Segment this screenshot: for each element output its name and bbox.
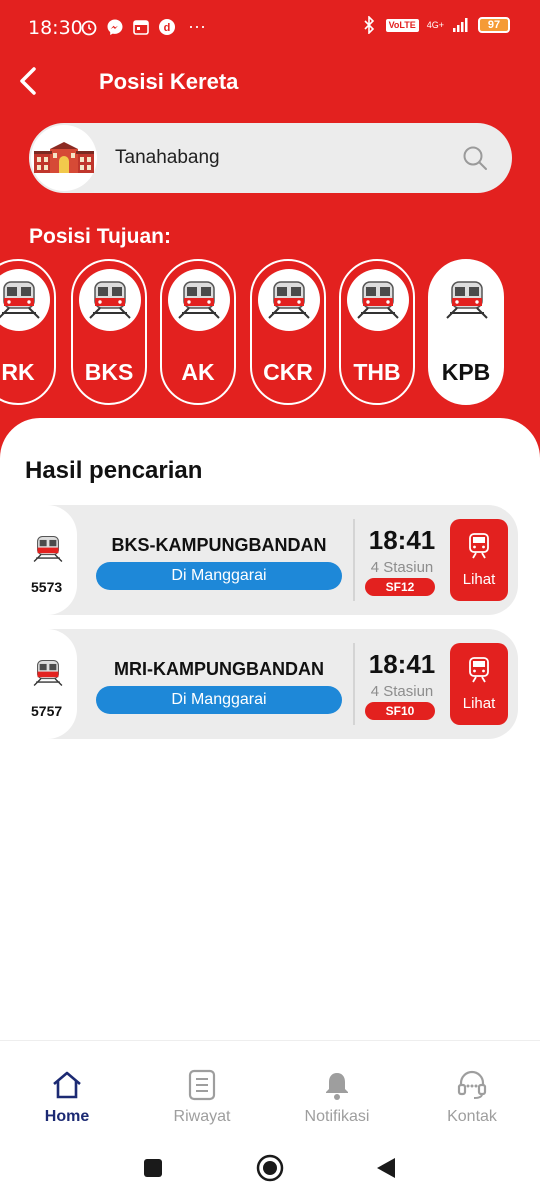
status-notification-icons: d ···: [80, 16, 206, 37]
location-badge: Di Manggarai: [96, 686, 342, 714]
train-icon: [33, 535, 63, 563]
train-route: MRI-KAMPUNGBANDAN: [114, 659, 324, 679]
train-number: 5573: [31, 579, 63, 595]
destination-code: KPB: [441, 359, 491, 385]
home-circle-icon[interactable]: [256, 1154, 284, 1182]
arrival-time: 18:41: [368, 649, 436, 679]
platform-badge: SF12: [365, 578, 435, 596]
train-icon: [436, 269, 498, 331]
destination-code: THB: [353, 359, 401, 385]
train-number-panel: 5573: [22, 505, 77, 615]
destination-code: CKR: [263, 359, 313, 385]
destination-list: RK BKS AK CKR THB KPB: [0, 259, 540, 405]
nav-label: Home: [44, 1108, 90, 1125]
search-station-value: Tanahabang: [115, 147, 220, 168]
nav-label: Riwayat: [173, 1108, 231, 1125]
train-icon: [258, 269, 320, 331]
status-time: 18:30: [28, 17, 83, 39]
result-card: 5757 MRI-KAMPUNGBANDAN Di Manggarai 18:4…: [22, 629, 518, 739]
arrival-time: 18:41: [368, 525, 436, 555]
recent-apps-icon[interactable]: [143, 1158, 163, 1178]
destination-code: RK: [1, 359, 35, 385]
destination-item-bks[interactable]: BKS: [71, 259, 147, 405]
station-search[interactable]: Tanahabang: [29, 123, 512, 193]
page-title: Posisi Kereta: [99, 69, 239, 94]
more-notifications-icon: ···: [188, 16, 206, 36]
card-divider: [353, 519, 355, 601]
result-card: 5573 BKS-KAMPUNGBANDAN Di Manggarai 18:4…: [22, 505, 518, 615]
search-icon[interactable]: [462, 145, 488, 171]
headset-icon: [457, 1070, 487, 1099]
signal-icon: [452, 16, 470, 34]
home-icon: [53, 1071, 81, 1099]
status-bar: 18:30 d ··· VoLTE 4G+ 97: [0, 0, 540, 56]
view-button-label: Lihat: [462, 695, 496, 712]
train-icon: [347, 269, 409, 331]
view-button[interactable]: Lihat: [450, 643, 508, 725]
location-badge: Di Manggarai: [96, 562, 342, 590]
destination-item-ak[interactable]: AK: [160, 259, 236, 405]
train-icon: [0, 269, 50, 331]
destination-code: BKS: [84, 359, 134, 385]
stations-remaining: 4 Stasiun: [370, 683, 434, 700]
train-number: 5757: [31, 703, 63, 719]
bottom-navigation: Home Riwayat Notifikasi Kontak: [0, 1040, 540, 1136]
system-navigation-bar: [0, 1136, 540, 1200]
view-button[interactable]: Lihat: [450, 519, 508, 601]
status-system-icons: VoLTE 4G+ 97: [360, 16, 510, 34]
nav-label: Kontak: [447, 1108, 497, 1125]
station-building-icon: [31, 125, 97, 191]
view-button-label: Lihat: [462, 571, 496, 588]
destination-code: AK: [181, 359, 215, 385]
bell-icon: [326, 1073, 348, 1100]
train-icon: [79, 269, 141, 331]
train-icon: [33, 659, 63, 687]
destination-item-rk[interactable]: RK: [0, 259, 56, 405]
messenger-icon: [106, 18, 124, 36]
svg-text:d: d: [164, 22, 171, 34]
destination-item-kpb[interactable]: KPB: [428, 259, 504, 405]
train-number-panel: 5757: [22, 629, 77, 739]
nav-contact[interactable]: Kontak: [422, 1041, 522, 1137]
calendar-icon: [132, 18, 150, 36]
train-route: BKS-KAMPUNGBANDAN: [111, 535, 327, 555]
nav-notifications[interactable]: Notifikasi: [287, 1041, 387, 1137]
nav-label: Notifikasi: [304, 1108, 370, 1125]
bluetooth-icon: [360, 16, 378, 34]
stations-remaining: 4 Stasiun: [370, 559, 434, 576]
card-divider: [353, 643, 355, 725]
train-icon: [469, 533, 489, 559]
platform-badge: SF10: [365, 702, 435, 720]
train-icon: [469, 657, 489, 683]
back-button[interactable]: [18, 64, 48, 98]
nav-history[interactable]: Riwayat: [152, 1041, 252, 1137]
destination-item-thb[interactable]: THB: [339, 259, 415, 405]
chevron-left-icon: [20, 67, 36, 95]
destination-item-ckr[interactable]: CKR: [250, 259, 326, 405]
results-title: Hasil pencarian: [25, 457, 203, 484]
alarm-icon: [80, 18, 98, 36]
battery-icon: 97: [478, 17, 510, 33]
back-triangle-icon[interactable]: [375, 1156, 397, 1180]
history-icon: [188, 1069, 216, 1101]
destination-label: Posisi Tujuan:: [29, 225, 171, 248]
volte-icon: VoLTE: [385, 18, 419, 32]
app-d-icon: d: [158, 18, 176, 36]
nav-home[interactable]: Home: [17, 1041, 117, 1137]
train-icon: [168, 269, 230, 331]
network-type: 4G+: [426, 20, 444, 30]
